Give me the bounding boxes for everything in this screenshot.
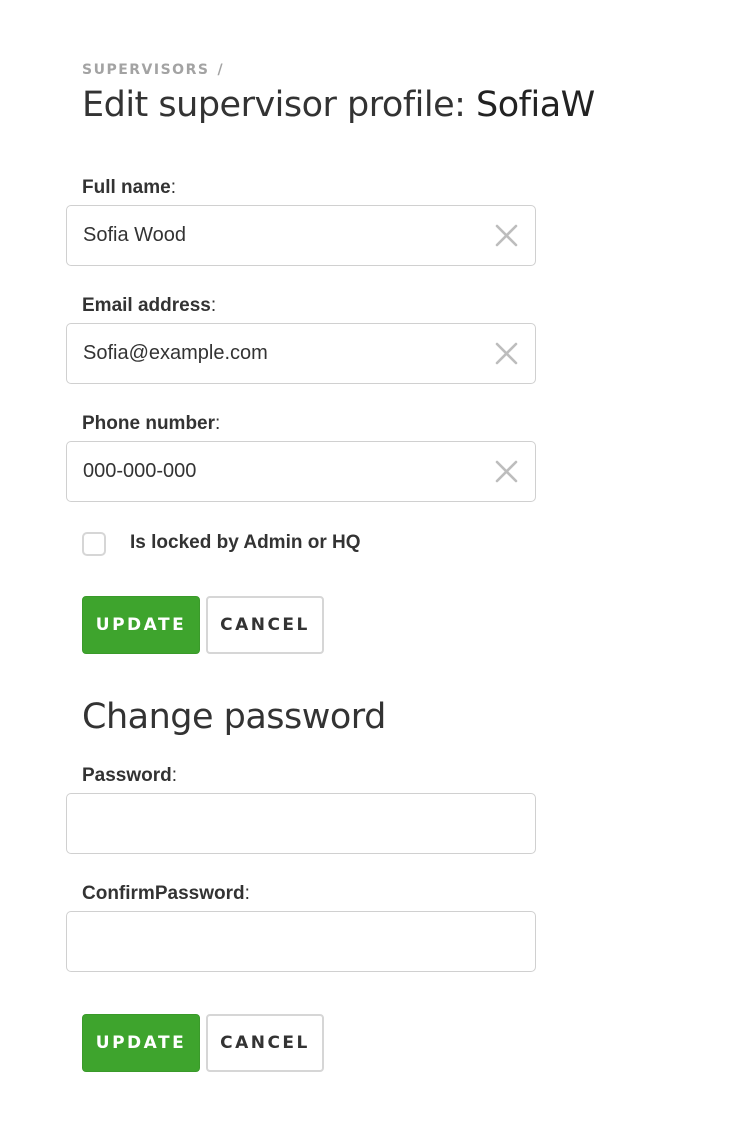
locked-checkbox[interactable] xyxy=(82,532,106,556)
confirm-password-label-text: ConfirmPassword xyxy=(82,883,245,904)
password-label: Password: xyxy=(82,764,177,788)
full-name-field[interactable] xyxy=(66,205,536,266)
change-password-title: Change password xyxy=(82,697,386,737)
password-input[interactable] xyxy=(83,794,473,853)
email-label: Email address: xyxy=(82,294,216,318)
full-name-label: Full name: xyxy=(82,176,176,200)
label-colon: : xyxy=(215,413,221,434)
phone-label: Phone number: xyxy=(82,412,220,436)
edit-supervisor-page: SUPERVISORS / Edit supervisor profile: So… xyxy=(0,0,730,1138)
cancel-password-button[interactable]: CANCEL xyxy=(206,1014,324,1072)
email-input[interactable] xyxy=(83,324,473,383)
confirm-password-field[interactable] xyxy=(66,911,536,972)
full-name-input[interactable] xyxy=(83,206,473,265)
cancel-profile-button[interactable]: CANCEL xyxy=(206,596,324,654)
breadcrumb: SUPERVISORS / xyxy=(82,60,224,80)
breadcrumb-separator: / xyxy=(217,62,225,78)
password-label-text: Password xyxy=(82,765,172,786)
password-field[interactable] xyxy=(66,793,536,854)
close-icon[interactable] xyxy=(494,341,519,366)
page-title-username: SofiaW xyxy=(476,85,595,125)
label-colon: : xyxy=(170,177,176,198)
close-icon[interactable] xyxy=(494,459,519,484)
label-colon: : xyxy=(210,295,217,316)
confirm-password-label: ConfirmPassword: xyxy=(82,882,250,906)
email-label-text: Email address xyxy=(82,295,211,316)
phone-label-text: Phone number xyxy=(82,413,216,434)
label-colon: : xyxy=(244,883,250,904)
label-colon: : xyxy=(171,765,178,786)
full-name-label-text: Full name xyxy=(82,177,171,198)
phone-field[interactable] xyxy=(66,441,536,502)
breadcrumb-link-supervisors[interactable]: SUPERVISORS xyxy=(82,62,209,78)
phone-input[interactable] xyxy=(83,442,473,501)
page-title-prefix: Edit supervisor profile: xyxy=(82,85,477,125)
update-profile-button[interactable]: UPDATE xyxy=(82,596,200,654)
locked-checkbox-label[interactable]: Is locked by Admin or HQ xyxy=(130,530,361,556)
email-field[interactable] xyxy=(66,323,536,384)
page-title: Edit supervisor profile: SofiaW xyxy=(82,82,595,128)
close-icon[interactable] xyxy=(494,223,519,248)
update-password-button[interactable]: UPDATE xyxy=(82,1014,200,1072)
confirm-password-input[interactable] xyxy=(83,912,473,971)
